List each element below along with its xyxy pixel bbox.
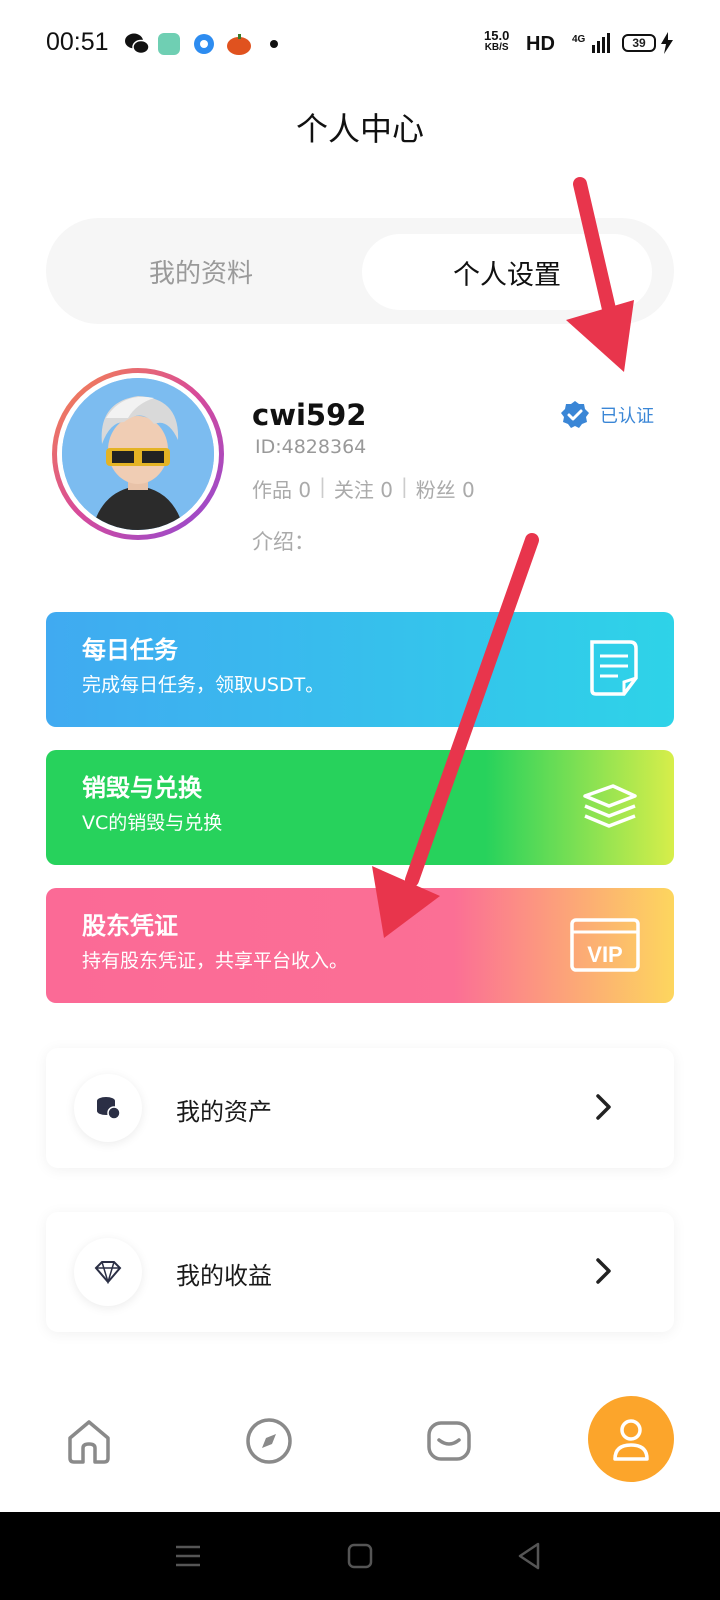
stat-divider: | bbox=[319, 474, 326, 498]
card-title: 每日任务 bbox=[82, 636, 178, 664]
status-bar: 00:51 15.0 KB/S HD 4G 39 bbox=[0, 0, 720, 86]
wechat-icon bbox=[125, 33, 150, 55]
menu-icon[interactable] bbox=[170, 1538, 206, 1574]
more-notifications-dot bbox=[270, 40, 278, 48]
network-speed: 15.0 KB/S bbox=[484, 28, 510, 53]
list-item-label: 我的收益 bbox=[176, 1262, 272, 1290]
svg-text:4G: 4G bbox=[572, 34, 586, 45]
svg-text:VIP: VIP bbox=[587, 942, 622, 967]
compass-icon[interactable] bbox=[244, 1416, 294, 1466]
user-id: ID:4828364 bbox=[255, 436, 367, 458]
username: cwi592 bbox=[252, 398, 367, 432]
intro-label: 介绍： bbox=[252, 530, 315, 554]
profile-nav-button[interactable] bbox=[588, 1396, 674, 1482]
battery-indicator: 39 bbox=[622, 34, 656, 52]
coins-icon bbox=[74, 1074, 142, 1142]
verified-check-icon bbox=[561, 401, 589, 428]
pumpkin-icon bbox=[227, 34, 251, 55]
verified-label: 已认证 bbox=[600, 406, 654, 427]
card-burn-exchange[interactable]: 销毁与兑换 VC的销毁与兑换 bbox=[46, 750, 674, 865]
list-item-my-earnings[interactable]: 我的收益 bbox=[46, 1212, 674, 1332]
home-button-icon[interactable] bbox=[342, 1538, 378, 1574]
list-item-my-assets[interactable]: 我的资产 bbox=[46, 1048, 674, 1168]
chevron-right-icon bbox=[596, 1094, 611, 1120]
message-icon[interactable] bbox=[424, 1416, 474, 1466]
chevron-right-icon bbox=[596, 1258, 611, 1284]
status-time: 00:51 bbox=[46, 28, 109, 56]
card-shareholder-voucher[interactable]: 股东凭证 持有股东凭证，共享平台收入。 VIP bbox=[46, 888, 674, 1003]
back-icon[interactable] bbox=[512, 1538, 548, 1574]
system-nav-bar bbox=[0, 1512, 720, 1600]
tab-my-profile[interactable]: 我的资料 bbox=[46, 218, 356, 324]
charging-icon bbox=[661, 32, 673, 54]
card-subtitle: 持有股东凭证，共享平台收入。 bbox=[82, 950, 349, 972]
stat-divider: | bbox=[400, 474, 408, 498]
list-item-label: 我的资产 bbox=[176, 1098, 272, 1126]
tab-personal-settings[interactable]: 个人设置 bbox=[362, 234, 652, 310]
card-title: 股东凭证 bbox=[82, 912, 178, 940]
home-icon[interactable] bbox=[64, 1416, 114, 1466]
annotation-arrow-shareholder bbox=[372, 533, 539, 938]
document-icon bbox=[590, 640, 638, 696]
card-title: 销毁与兑换 bbox=[82, 774, 202, 802]
card-subtitle: 完成每日任务，领取USDT。 bbox=[82, 674, 325, 696]
stat-fans[interactable]: 粉丝 0 bbox=[416, 474, 475, 503]
card-daily-tasks[interactable]: 每日任务 完成每日任务，领取USDT。 bbox=[46, 612, 674, 727]
avatar-image bbox=[62, 378, 214, 530]
profile-stats: 作品 0 | 关注 0 | 粉丝 0 bbox=[252, 474, 475, 503]
stat-following[interactable]: 关注 0 bbox=[334, 474, 393, 503]
diamond-icon bbox=[74, 1238, 142, 1306]
vip-icon: VIP bbox=[570, 918, 640, 972]
signal-icon: 4G bbox=[572, 33, 610, 53]
app-notification-icon bbox=[158, 33, 180, 55]
stack-icon bbox=[583, 784, 637, 828]
browser-icon bbox=[194, 34, 214, 54]
profile-icon bbox=[613, 1419, 649, 1461]
bottom-nav bbox=[0, 1378, 720, 1510]
page-title: 个人中心 bbox=[295, 110, 424, 148]
avatar[interactable] bbox=[52, 368, 224, 540]
card-subtitle: VC的销毁与兑换 bbox=[82, 812, 223, 834]
hd-indicator: HD bbox=[526, 33, 555, 55]
verified-badge: 已认证 bbox=[560, 400, 654, 430]
stat-works[interactable]: 作品 0 bbox=[252, 474, 311, 503]
